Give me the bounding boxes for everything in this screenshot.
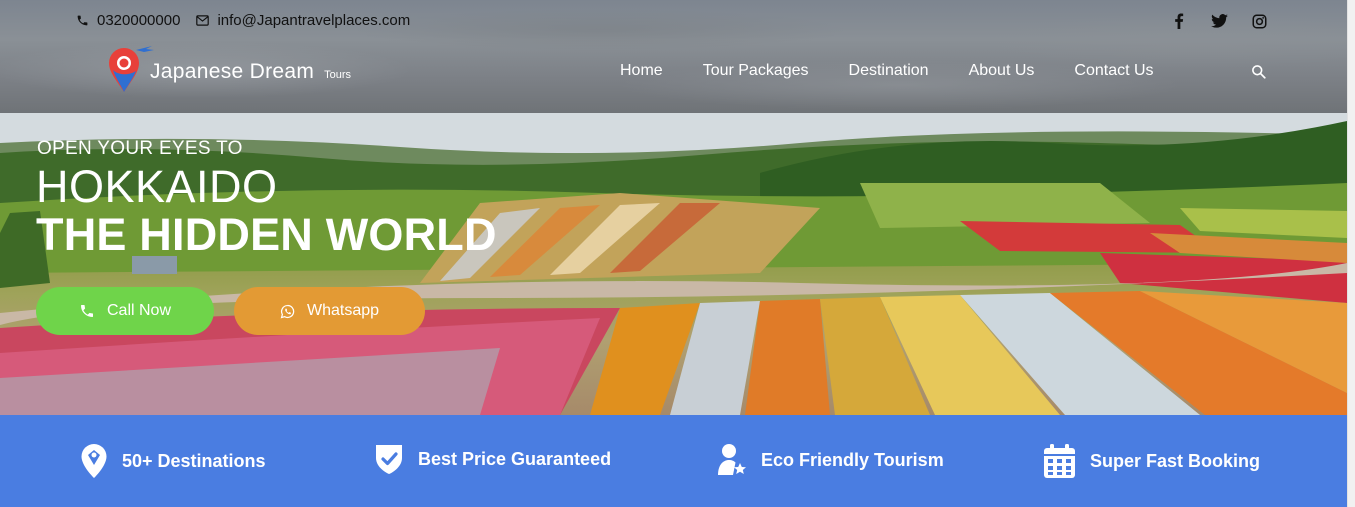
- email-contact[interactable]: info@Japantravelplaces.com: [196, 12, 410, 29]
- nav-contact-us[interactable]: Contact Us: [1074, 62, 1153, 80]
- logo-pin-icon: [108, 46, 154, 98]
- phone-icon: [80, 305, 93, 317]
- feature-destinations: 50+ Destinations: [80, 443, 266, 479]
- user-star-icon: [717, 443, 747, 477]
- whatsapp-label: Whatsapp: [306, 302, 380, 319]
- social-links: [1170, 12, 1268, 30]
- shield-check-icon: [374, 443, 404, 475]
- whatsapp-button[interactable]: Whatsapp: [234, 287, 425, 335]
- feature-label: Best Price Guaranteed: [418, 448, 612, 469]
- phone-number: 0320000000: [97, 12, 181, 29]
- call-now-label: Call Now: [106, 302, 171, 319]
- email-address: info@Japantravelplaces.com: [217, 12, 411, 29]
- twitter-icon[interactable]: [1210, 12, 1228, 30]
- feature-label: Eco Friendly Tourism: [761, 449, 944, 470]
- whatsapp-icon: [280, 304, 295, 318]
- main-nav: Home Tour Packages Destination About Us …: [620, 62, 1154, 80]
- phone-contact[interactable]: 0320000000: [76, 12, 180, 29]
- nav-about-us[interactable]: About Us: [969, 62, 1035, 80]
- hero-banner: OPEN YOUR EYES TO HOKKAIDO THE HIDDEN WO…: [0, 113, 1347, 415]
- call-now-button[interactable]: Call Now: [36, 287, 214, 335]
- site-header: 0320000000 info@Japantravelplaces.com Ja…: [0, 0, 1347, 113]
- phone-icon: [77, 15, 88, 26]
- hero-title: HOKKAIDO: [36, 161, 278, 212]
- search-icon[interactable]: [1251, 64, 1266, 84]
- hero-subtitle: THE HIDDEN WORLD: [36, 209, 497, 260]
- logo-subtitle: Tours: [324, 69, 352, 81]
- nav-tour-packages[interactable]: Tour Packages: [703, 62, 809, 80]
- feature-fast-booking: Super Fast Booking: [1043, 443, 1260, 479]
- nav-destination[interactable]: Destination: [849, 62, 929, 80]
- feature-best-price: Best Price Guaranteed: [374, 443, 611, 475]
- feature-strip: 50+ Destinations Best Price Guaranteed E…: [0, 415, 1347, 507]
- feature-label: Super Fast Booking: [1090, 450, 1261, 471]
- mail-icon: [196, 15, 210, 26]
- nav-home[interactable]: Home: [620, 62, 663, 80]
- page-scrollbar[interactable]: [1347, 0, 1355, 507]
- facebook-icon[interactable]: [1170, 12, 1188, 30]
- logo-name: Japanese Dream: [150, 60, 315, 83]
- instagram-icon[interactable]: [1250, 12, 1268, 30]
- map-pin-icon: [80, 443, 108, 479]
- calendar-icon: [1043, 443, 1076, 479]
- site-logo[interactable]: Japanese Dream Tours: [108, 46, 351, 98]
- contact-bar: 0320000000 info@Japantravelplaces.com: [76, 12, 410, 29]
- feature-label: 50+ Destinations: [122, 450, 266, 471]
- hero-kicker: OPEN YOUR EYES TO: [37, 138, 243, 159]
- feature-eco-tourism: Eco Friendly Tourism: [717, 443, 944, 477]
